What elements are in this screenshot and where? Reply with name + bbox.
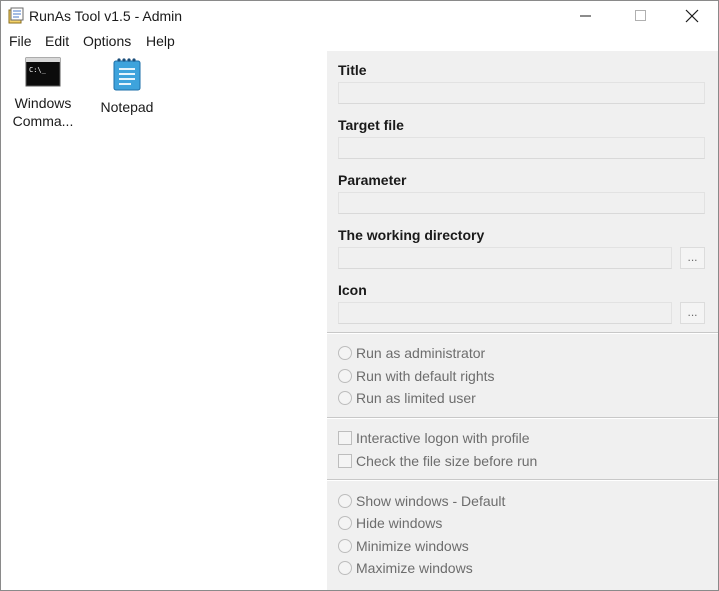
title-bar: RunAs Tool v1.5 - Admin [1, 1, 718, 31]
separator [327, 332, 718, 334]
radio-maximize-windows[interactable]: Maximize windows [338, 559, 473, 577]
option-label: Maximize windows [356, 560, 473, 576]
checkbox-icon [338, 454, 352, 468]
option-label: Run as limited user [356, 390, 476, 406]
title-label: Title [338, 62, 367, 78]
shortcut-list[interactable]: C:\_ Windows Comma... Notepad [1, 51, 327, 590]
notepad-icon [111, 57, 143, 94]
working-directory-field[interactable] [338, 247, 672, 269]
title-field[interactable] [338, 82, 705, 104]
option-label: Minimize windows [356, 538, 469, 554]
maximize-icon [635, 10, 646, 21]
working-directory-label: The working directory [338, 227, 485, 243]
option-label: Hide windows [356, 515, 443, 531]
checkbox-icon [338, 431, 352, 445]
shortcut-label: Notepad [100, 99, 154, 115]
checkbox-interactive-logon[interactable]: Interactive logon with profile [338, 429, 530, 447]
radio-run-as-administrator[interactable]: Run as administrator [338, 344, 485, 362]
icon-field[interactable] [338, 302, 672, 324]
checkbox-check-file-size[interactable]: Check the file size before run [338, 452, 537, 470]
minimize-button[interactable] [563, 1, 609, 31]
separator [327, 479, 718, 481]
parameter-field[interactable] [338, 192, 705, 214]
radio-show-windows-default[interactable]: Show windows - Default [338, 492, 505, 510]
radio-icon [338, 369, 352, 383]
option-label: Run as administrator [356, 345, 486, 361]
menu-file[interactable]: File [9, 33, 32, 49]
terminal-icon: C:\_ [25, 57, 61, 90]
window-title: RunAs Tool v1.5 - Admin [29, 8, 183, 24]
shortcut-windows-command[interactable]: C:\_ Windows Comma... [2, 57, 84, 130]
menu-edit[interactable]: Edit [45, 33, 69, 49]
shortcut-label: Comma... [12, 113, 74, 129]
browse-icon-button[interactable]: ... [680, 302, 705, 324]
radio-minimize-windows[interactable]: Minimize windows [338, 537, 469, 555]
browse-directory-button[interactable]: ... [680, 247, 705, 269]
close-button[interactable] [669, 1, 715, 31]
minimize-icon [580, 15, 591, 17]
app-window: RunAs Tool v1.5 - Admin File Edit Option… [0, 0, 719, 591]
radio-hide-windows[interactable]: Hide windows [338, 514, 442, 532]
icon-label: Icon [338, 282, 367, 298]
radio-icon [338, 346, 352, 360]
parameter-label: Parameter [338, 172, 407, 188]
close-icon [685, 9, 699, 23]
radio-icon [338, 391, 352, 405]
menu-help[interactable]: Help [146, 33, 175, 49]
radio-icon [338, 494, 352, 508]
radio-icon [338, 539, 352, 553]
svg-text:C:\_: C:\_ [29, 66, 47, 74]
radio-run-default-rights[interactable]: Run with default rights [338, 367, 495, 385]
menu-bar: File Edit Options Help [1, 31, 718, 51]
radio-run-limited-user[interactable]: Run as limited user [338, 389, 476, 407]
app-icon [7, 7, 25, 25]
target-file-field[interactable] [338, 137, 705, 159]
option-label: Check the file size before run [356, 453, 538, 469]
option-label: Show windows - Default [356, 493, 506, 509]
menu-options[interactable]: Options [83, 33, 131, 49]
target-file-label: Target file [338, 117, 404, 133]
properties-panel: Title Target file Parameter The working … [327, 51, 718, 590]
shortcut-label: Windows [14, 95, 72, 111]
shortcut-notepad[interactable]: Notepad [86, 57, 168, 116]
radio-icon [338, 516, 352, 530]
option-label: Interactive logon with profile [356, 430, 530, 446]
separator [327, 417, 718, 419]
option-label: Run with default rights [356, 368, 495, 384]
maximize-button[interactable] [618, 1, 664, 31]
radio-icon [338, 561, 352, 575]
